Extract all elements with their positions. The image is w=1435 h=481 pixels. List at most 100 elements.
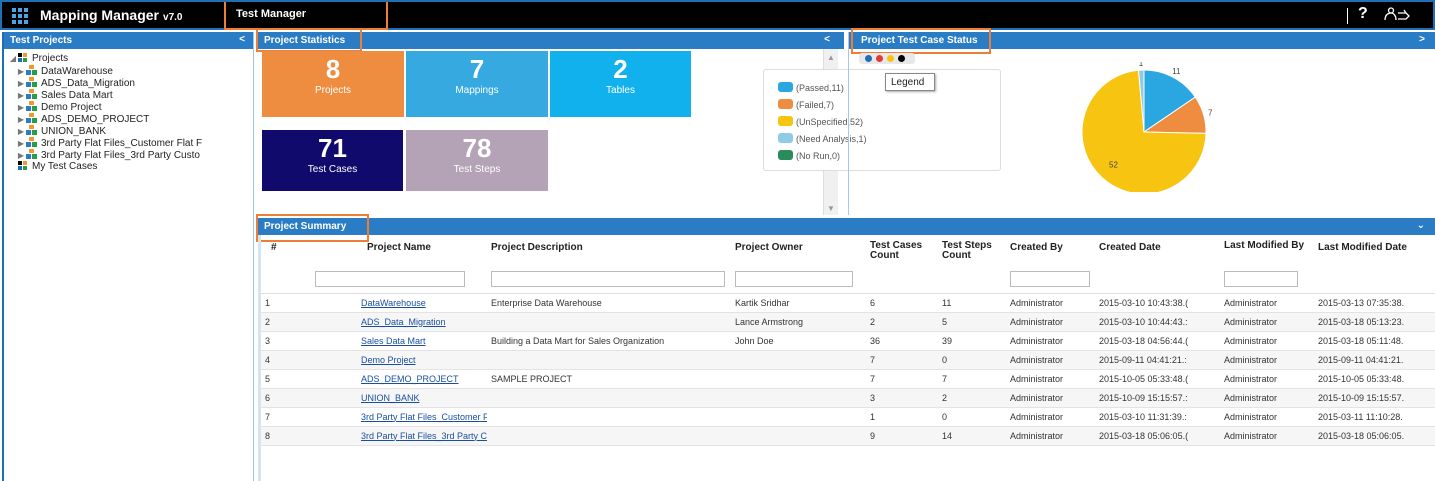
table-row[interactable]: 7 3rd Party Flat Files_Customer Fla 1 0 Admi…: [261, 407, 1435, 427]
legend-item[interactable]: (Passed,11): [778, 82, 844, 94]
table-cell: UNION_BANK: [311, 388, 487, 408]
column-header[interactable]: Test Steps Count: [938, 235, 1006, 265]
table-cell: Administrator: [1220, 312, 1314, 332]
column-header[interactable]: Project Owner: [731, 235, 866, 265]
collapse-left-button[interactable]: <: [239, 34, 245, 45]
app-grid-icon[interactable]: [12, 8, 28, 24]
tile-tables[interactable]: 2 Tables: [550, 51, 691, 117]
tree-my-test-cases[interactable]: My Test Cases: [8, 161, 253, 173]
last-modified-by-filter-input[interactable]: [1224, 270, 1298, 287]
tile-projects[interactable]: 8 Projects: [262, 51, 404, 117]
table-cell: 39: [938, 331, 1006, 351]
created-by-filter-input[interactable]: [1010, 270, 1090, 287]
project-link[interactable]: 3rd Party Flat Files_3rd Party Cu: [361, 431, 487, 441]
tree-item-project[interactable]: ▶ Demo Project: [8, 101, 253, 113]
tree-collapse-arrow-icon[interactable]: ◢: [8, 53, 18, 65]
table-cell: Administrator: [1006, 369, 1095, 389]
tree-expand-arrow-icon[interactable]: ▶: [16, 138, 26, 149]
tree-expand-arrow-icon[interactable]: ▶: [16, 78, 26, 89]
scroll-down-icon[interactable]: ▼: [827, 204, 835, 213]
legend-item[interactable]: (No Run,0): [778, 150, 840, 162]
app-version: v7.0: [163, 12, 183, 23]
project-link[interactable]: Sales Data Mart: [361, 336, 426, 346]
project-name-filter-input[interactable]: [315, 270, 465, 287]
legend-tooltip: Legend: [885, 73, 935, 91]
table-cell: Administrator: [1220, 350, 1314, 370]
logout-icon[interactable]: [1382, 7, 1412, 23]
column-header[interactable]: Last Modified Date: [1314, 235, 1435, 265]
column-header[interactable]: Test Cases Count: [866, 235, 938, 265]
table-cell: [487, 426, 731, 446]
project-description-filter-input[interactable]: [491, 270, 725, 287]
table-row[interactable]: 6 UNION_BANK 3 2 Administrator 2015-10-09 15:…: [261, 388, 1435, 408]
column-header[interactable]: Project Name: [311, 235, 487, 265]
tree-item-project[interactable]: ▶ Sales Data Mart: [8, 89, 253, 101]
table-cell: 6: [261, 388, 311, 408]
tree-expand-arrow-icon[interactable]: ▶: [16, 102, 26, 113]
tree-expand-arrow-icon[interactable]: ▶: [16, 126, 26, 137]
tile-test-steps[interactable]: 78 Test Steps: [406, 130, 548, 191]
table-cell: Administrator: [1220, 331, 1314, 351]
tree-root-projects[interactable]: ◢ Projects: [8, 53, 253, 65]
table-cell: ADS_Data_Migration: [311, 312, 487, 332]
tile-value: 8: [325, 54, 341, 84]
project-link[interactable]: 3rd Party Flat Files_Customer Fla: [361, 412, 487, 422]
table-cell: Enterprise Data Warehouse: [487, 293, 731, 313]
expand-status-button[interactable]: >: [1419, 34, 1425, 45]
legend-dot: [876, 55, 883, 62]
legend-item[interactable]: (Failed,7): [778, 99, 834, 111]
legend-toggle-icon[interactable]: [859, 53, 915, 64]
table-row[interactable]: 8 3rd Party Flat Files_3rd Party Cu 9 14 Adm…: [261, 426, 1435, 446]
project-link[interactable]: DataWarehouse: [361, 298, 426, 308]
tree-expand-arrow-icon[interactable]: ▶: [16, 66, 26, 77]
table-cell: 2015-03-18 05:06:05.(: [1095, 426, 1220, 446]
table-cell: 2015-03-18 05:06:05.: [1314, 426, 1435, 446]
help-icon[interactable]: ?: [1358, 5, 1368, 23]
table-cell: Administrator: [1220, 293, 1314, 313]
tree-expand-arrow-icon[interactable]: ▶: [16, 114, 26, 125]
collapse-summary-button[interactable]: ⌄: [1417, 220, 1425, 231]
collapse-statistics-button[interactable]: <: [824, 34, 830, 45]
table-row[interactable]: 2 ADS_Data_Migration Lance Armstrong 2 5 Admi…: [261, 312, 1435, 332]
column-header[interactable]: Created By: [1006, 235, 1095, 265]
project-owner-filter-input[interactable]: [735, 270, 853, 287]
tile-value: 71: [318, 133, 347, 163]
tile-mappings[interactable]: 7 Mappings: [406, 51, 548, 117]
tree-item-project[interactable]: ▶ 3rd Party Flat Files_Customer Flat F: [8, 137, 253, 149]
tab-test-manager[interactable]: Test Manager: [224, 2, 388, 30]
tile-label: Mappings: [455, 85, 499, 96]
scroll-up-icon[interactable]: ▲: [827, 53, 835, 62]
table-cell: 2015-10-05 05:33:48.: [1314, 369, 1435, 389]
legend-label: (No Run,0): [796, 151, 841, 161]
tree-item-project[interactable]: ▶ UNION_BANK: [8, 125, 253, 137]
legend-swatch: [778, 133, 793, 143]
table-row[interactable]: 4 Demo Project 7 0 Administrator 2015-09-11 0…: [261, 350, 1435, 370]
tree-item-project[interactable]: ▶ DataWarehouse: [8, 65, 253, 77]
tree-item-project[interactable]: ▶ ADS_DEMO_PROJECT: [8, 113, 253, 125]
tree-item-label: 3rd Party Flat Files_Customer Flat F: [41, 138, 203, 149]
project-link[interactable]: UNION_BANK: [361, 393, 420, 403]
tree-root-label: Projects: [32, 53, 69, 64]
my-test-cases-icon: [18, 161, 28, 170]
column-header[interactable]: Created Date: [1095, 235, 1220, 265]
project-link[interactable]: Demo Project: [361, 355, 416, 365]
table-cell: 14: [938, 426, 1006, 446]
tree-item-project[interactable]: ▶ 3rd Party Flat Files_3rd Party Custo: [8, 149, 253, 161]
column-header[interactable]: Project Description: [487, 235, 731, 265]
column-header[interactable]: Last Modified By: [1220, 235, 1314, 265]
tree-item-project[interactable]: ▶ ADS_Data_Migration: [8, 77, 253, 89]
project-link[interactable]: ADS_Data_Migration: [361, 317, 446, 327]
table-cell: Administrator: [1006, 350, 1095, 370]
tile-test-cases[interactable]: 71 Test Cases: [262, 130, 403, 191]
tree-expand-arrow-icon[interactable]: ▶: [16, 150, 26, 161]
filter-cell: [731, 265, 866, 294]
table-cell: 7: [938, 369, 1006, 389]
project-link[interactable]: ADS_DEMO_PROJECT: [361, 374, 459, 384]
table-row[interactable]: 3 Sales Data Mart Building a Data Mart for…: [261, 331, 1435, 351]
column-header[interactable]: #: [261, 235, 311, 265]
table-cell: 11: [938, 293, 1006, 313]
table-row[interactable]: 1 DataWarehouse Enterprise Data Warehouse K…: [261, 293, 1435, 313]
tree-expand-arrow-icon[interactable]: ▶: [16, 90, 26, 101]
table-row[interactable]: 5 ADS_DEMO_PROJECT SAMPLE PROJECT 7 7 Adminis…: [261, 369, 1435, 389]
table-cell: DataWarehouse: [311, 293, 487, 313]
